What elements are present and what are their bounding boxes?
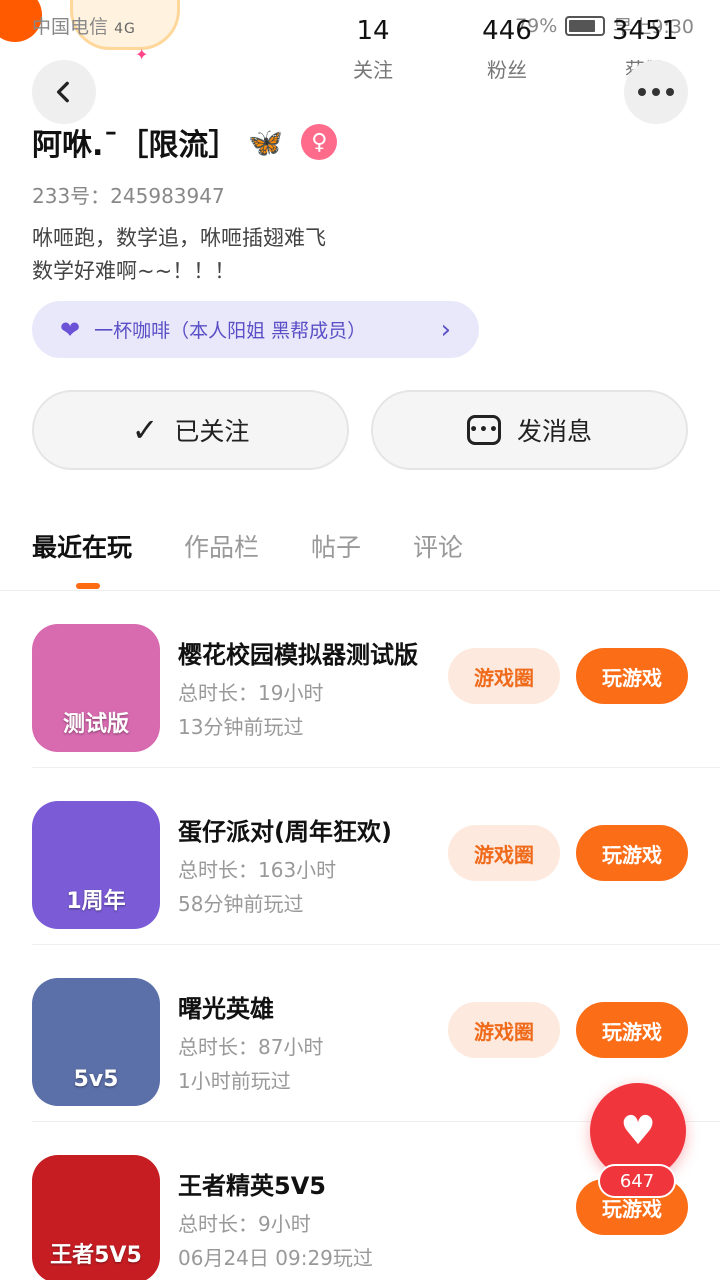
club-badge[interactable]: ❤ 一杯咖啡（本人阳姐 黑帮成员） › bbox=[32, 301, 479, 358]
message-label: 发消息 bbox=[516, 417, 592, 446]
play-game-button[interactable]: 玩游戏 bbox=[576, 648, 688, 704]
game-icon[interactable]: 5v5 bbox=[32, 978, 160, 1106]
chat-icon: ••• bbox=[466, 415, 501, 445]
status-carrier: 中国电信 4G bbox=[32, 16, 136, 38]
game-circle-button[interactable]: 游戏圈 bbox=[448, 825, 560, 881]
game-name: 曙光英雄 bbox=[178, 995, 274, 1023]
game-duration: 总时长：19小时 bbox=[178, 681, 324, 705]
chevron-left-icon bbox=[56, 81, 69, 103]
game-circle-button[interactable]: 游戏圈 bbox=[448, 1002, 560, 1058]
tab-posts[interactable]: 帖子 bbox=[311, 528, 361, 570]
stat-fans-label: 粉丝 bbox=[487, 58, 527, 82]
game-icon[interactable]: 王者5V5 bbox=[32, 1155, 160, 1280]
game-icon[interactable]: 1周年 bbox=[32, 801, 160, 929]
club-label: 一杯咖啡（本人阳姐 黑帮成员） bbox=[94, 320, 367, 342]
game-duration: 总时长：163小时 bbox=[178, 858, 337, 882]
game-duration: 总时长：9小时 bbox=[178, 1212, 311, 1236]
game-name: 蛋仔派对(周年狂欢) bbox=[178, 818, 392, 846]
game-icon-label: 王者5V5 bbox=[50, 1243, 142, 1268]
game-last-played: 13分钟前玩过 bbox=[178, 715, 304, 739]
user-id: 233号：245983947 bbox=[32, 184, 225, 208]
female-gender-icon: ♀ bbox=[301, 124, 338, 160]
game-icon-label: 1周年 bbox=[66, 889, 126, 914]
follow-label: 已关注 bbox=[174, 417, 250, 446]
more-button[interactable] bbox=[624, 60, 688, 124]
game-last-played: 06月24日 09:29玩过 bbox=[178, 1246, 373, 1270]
game-duration: 总时长：87小时 bbox=[178, 1035, 324, 1059]
tab-works[interactable]: 作品栏 bbox=[184, 528, 259, 570]
game-last-played: 1小时前玩过 bbox=[178, 1069, 291, 1093]
more-dot-icon bbox=[638, 88, 646, 96]
tab-recent[interactable]: 最近在玩 bbox=[32, 528, 132, 570]
game-last-played: 58分钟前玩过 bbox=[178, 892, 304, 916]
network-label: 4G bbox=[114, 21, 136, 37]
back-button[interactable] bbox=[32, 60, 96, 124]
stat-following-label: 关注 bbox=[353, 58, 393, 82]
game-icon-label: 测试版 bbox=[62, 712, 129, 737]
more-dot-icon bbox=[652, 88, 660, 96]
like-count-badge: 647 bbox=[598, 1164, 676, 1198]
stat-following[interactable]: 14 关注 bbox=[318, 16, 428, 83]
butterfly-icon: 🦋 bbox=[248, 125, 284, 159]
tab-comments[interactable]: 评论 bbox=[413, 528, 463, 570]
more-dot-icon bbox=[666, 88, 674, 96]
tab-indicator bbox=[76, 583, 100, 589]
chevron-right-icon: › bbox=[440, 314, 451, 345]
stat-fans[interactable]: 446 粉丝 bbox=[452, 16, 562, 83]
game-circle-button[interactable]: 游戏圈 bbox=[448, 648, 560, 704]
heart-icon: ♥ bbox=[620, 1108, 656, 1154]
play-game-button[interactable]: 玩游戏 bbox=[576, 825, 688, 881]
nickname: 阿咻.ˉ［限流］ bbox=[32, 128, 239, 163]
game-name: 王者精英5V5 bbox=[178, 1172, 326, 1200]
game-icon-label: 5v5 bbox=[73, 1067, 119, 1092]
game-row[interactable]: 1周年 蛋仔派对(周年狂欢) 总时长：163小时 58分钟前玩过 游戏圈 玩游戏 bbox=[32, 768, 720, 945]
game-icon[interactable]: 测试版 bbox=[32, 624, 160, 752]
message-button[interactable]: ••• 发消息 bbox=[371, 390, 688, 470]
bio: 咻咂跑，数学追，咻咂插翅难飞 数学好难啊~~！！！ bbox=[32, 222, 326, 288]
stat-likes-value: 3451 bbox=[611, 16, 679, 46]
stat-following-value: 14 bbox=[356, 16, 390, 46]
game-row[interactable]: 测试版 樱花校园模拟器测试版 总时长：19小时 13分钟前玩过 游戏圈 玩游戏 bbox=[32, 591, 720, 768]
game-name: 樱花校园模拟器测试版 bbox=[178, 641, 418, 669]
play-game-button[interactable]: 玩游戏 bbox=[576, 1002, 688, 1058]
tab-bar: 最近在玩 作品栏 帖子 评论 bbox=[32, 528, 463, 570]
nickname-row: 阿咻.ˉ［限流］ 🦋 ♀ bbox=[32, 120, 338, 164]
follow-button[interactable]: ✓ 已关注 bbox=[32, 390, 349, 470]
heart-icon: ❤ bbox=[60, 315, 81, 344]
bio-line: 咻咂跑，数学追，咻咂插翅难飞 bbox=[32, 226, 326, 250]
stat-fans-value: 446 bbox=[482, 16, 532, 46]
bio-line: 数学好难啊~~！！！ bbox=[32, 259, 236, 283]
check-icon: ✓ bbox=[131, 411, 159, 449]
